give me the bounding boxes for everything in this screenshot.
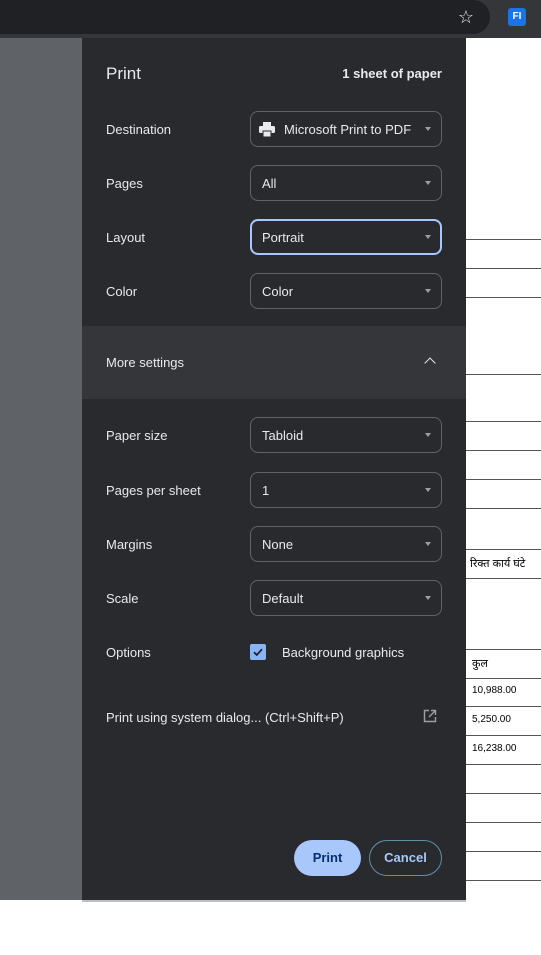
dropdown-caret-icon: [425, 488, 431, 492]
scale-value: Default: [262, 591, 304, 606]
background-graphics-checkbox[interactable]: [250, 644, 266, 660]
doc-value: 10,988.00: [472, 685, 517, 696]
dropdown-caret-icon: [425, 596, 431, 600]
star-icon[interactable]: ☆: [455, 6, 477, 28]
color-label: Color: [106, 284, 138, 299]
layout-label: Layout: [106, 230, 146, 245]
more-settings-label: More settings: [106, 355, 185, 370]
paper-size-label: Paper size: [106, 428, 168, 443]
table-rule: [466, 421, 541, 422]
cancel-button[interactable]: Cancel: [369, 840, 442, 876]
document-preview: रिक्त कार्य घंटे कुल 10,988.00 5,250.00 …: [466, 38, 541, 900]
margins-select[interactable]: None: [250, 526, 442, 562]
destination-select[interactable]: Microsoft Print to PDF: [250, 111, 442, 147]
pages-per-sheet-label: Pages per sheet: [106, 483, 201, 498]
pages-select[interactable]: All: [250, 165, 442, 201]
table-rule: [466, 450, 541, 451]
pages-per-sheet-select[interactable]: 1: [250, 472, 442, 508]
table-rule: [466, 578, 541, 579]
destination-value: Microsoft Print to PDF: [284, 122, 412, 137]
paper-size-value: Tabloid: [262, 428, 304, 443]
scale-select[interactable]: Default: [250, 580, 442, 616]
scale-label: Scale: [106, 591, 139, 606]
paper-size-select[interactable]: Tabloid: [250, 417, 442, 453]
sheet-count: 1 sheet of paper: [342, 66, 442, 81]
pages-value: All: [262, 176, 277, 191]
doc-total-label: कुल: [472, 658, 488, 670]
dropdown-caret-icon: [425, 181, 431, 185]
browser-toolbar: ☆ FI: [0, 0, 541, 38]
checkmark-icon: [253, 648, 263, 657]
print-dialog: Print 1 sheet of paper Destination Micro…: [82, 38, 466, 900]
pages-per-sheet-value: 1: [262, 483, 270, 498]
system-dialog-link[interactable]: Print using system dialog... (Ctrl+Shift…: [106, 710, 344, 725]
table-rule: [466, 706, 541, 707]
more-settings-toggle[interactable]: More settings: [82, 326, 466, 399]
pages-label: Pages: [106, 176, 143, 191]
dropdown-caret-icon: [425, 235, 431, 239]
extension-icon[interactable]: FI: [508, 8, 526, 26]
margins-value: None: [262, 537, 294, 552]
table-rule: [466, 678, 541, 679]
dropdown-caret-icon: [425, 289, 431, 293]
doc-value: 5,250.00: [472, 714, 511, 725]
table-rule: [466, 735, 541, 736]
doc-header-text: रिक्त कार्य घंटे: [470, 558, 526, 570]
dialog-shadow: [82, 900, 466, 902]
table-rule: [466, 851, 541, 852]
options-label: Options: [106, 645, 151, 660]
open-in-new-icon[interactable]: [423, 709, 437, 723]
table-rule: [466, 297, 541, 298]
chevron-up-icon: [424, 357, 436, 369]
table-rule: [466, 508, 541, 509]
layout-select[interactable]: Portrait: [250, 219, 442, 255]
table-rule: [466, 479, 541, 480]
doc-value: 16,238.00: [472, 743, 517, 754]
layout-value: Portrait: [262, 230, 304, 245]
destination-label: Destination: [106, 122, 172, 137]
table-rule: [466, 793, 541, 794]
table-rule: [466, 549, 541, 550]
table-rule: [466, 374, 541, 375]
print-button[interactable]: Print: [294, 840, 361, 876]
background-graphics-label[interactable]: Background graphics: [282, 645, 404, 660]
color-value: Color: [262, 284, 294, 299]
table-rule: [466, 649, 541, 650]
dropdown-caret-icon: [425, 433, 431, 437]
table-rule: [466, 239, 541, 240]
dialog-title: Print: [106, 64, 141, 83]
page-background: [0, 900, 541, 955]
preview-scrim: [0, 38, 82, 900]
printer-icon: [259, 122, 275, 137]
table-rule: [466, 880, 541, 881]
table-rule: [466, 268, 541, 269]
table-rule: [466, 822, 541, 823]
margins-label: Margins: [106, 537, 153, 552]
dropdown-caret-icon: [425, 542, 431, 546]
color-select[interactable]: Color: [250, 273, 442, 309]
dropdown-caret-icon: [425, 127, 431, 131]
address-bar[interactable]: [0, 0, 490, 34]
table-rule: [466, 764, 541, 765]
